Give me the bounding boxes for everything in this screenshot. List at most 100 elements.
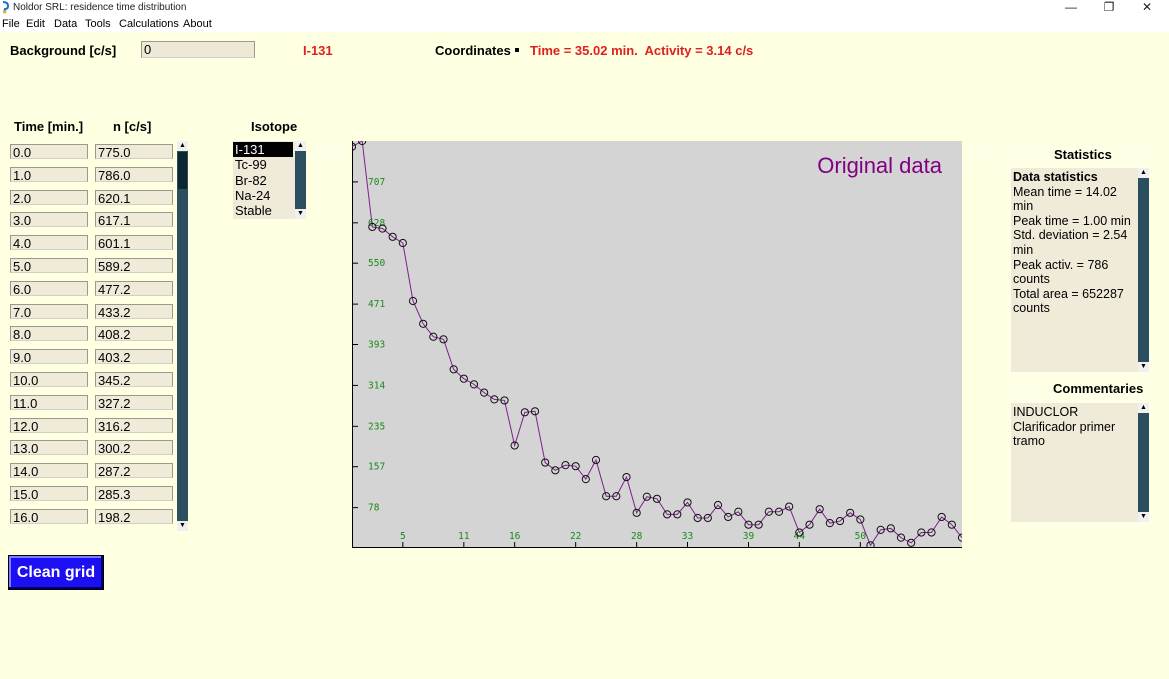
count-cell[interactable]: 285.3 <box>95 486 173 501</box>
count-cell[interactable]: 300.2 <box>95 440 173 456</box>
y-tick-label: 157 <box>368 462 385 473</box>
y-tick-label: 393 <box>368 340 385 351</box>
count-cell[interactable]: 403.2 <box>95 349 173 365</box>
background-label: Background [c/s] <box>10 43 117 58</box>
count-cell[interactable]: 316.2 <box>95 417 173 433</box>
maximize-button[interactable]: ❐ <box>1090 0 1128 16</box>
menu-edit[interactable]: Edit <box>26 18 45 30</box>
statistics-line: Peak time = 1.00 min <box>1013 213 1131 228</box>
scroll-down-icon[interactable]: ▼ <box>1138 362 1149 372</box>
commentaries-box[interactable]: INDUCLOR Clarificador primer tramo <box>1011 403 1138 522</box>
coordinates-label: Coordinates <box>435 43 511 58</box>
count-cell[interactable]: 327.2 <box>95 394 173 410</box>
isotope-option[interactable]: Na-24 <box>233 188 293 203</box>
minimize-button[interactable]: — <box>1052 0 1090 16</box>
coordinates-marker <box>515 48 519 52</box>
grid-scroll-thumb[interactable] <box>178 152 187 189</box>
count-cell[interactable]: 617.1 <box>95 212 173 228</box>
scroll-up-icon[interactable]: ▲ <box>177 141 188 151</box>
time-cell[interactable]: 11.0 <box>10 394 88 410</box>
menu-tools[interactable]: Tools <box>85 18 111 30</box>
scroll-down-icon[interactable]: ▼ <box>295 209 306 219</box>
x-tick-label: 28 <box>631 531 643 542</box>
scroll-up-icon[interactable]: ▲ <box>1138 403 1149 413</box>
statistics-line: Total area = 652287 <box>1013 286 1124 301</box>
y-tick-label: 235 <box>368 421 385 432</box>
count-cell[interactable]: 775.0 <box>95 144 173 159</box>
time-cell[interactable]: 9.0 <box>10 349 88 365</box>
count-cell[interactable]: 433.2 <box>95 303 173 319</box>
plot-background <box>352 141 962 548</box>
app-logo-icon <box>2 1 10 14</box>
y-tick-label: 550 <box>368 258 385 269</box>
grid-scrollbar[interactable]: ▲ ▼ <box>177 141 188 531</box>
count-cell[interactable]: 345.2 <box>95 372 173 387</box>
y-tick-label: 471 <box>368 299 385 310</box>
coordinates-value: Time = 35.02 min. Activity = 3.14 c/s <box>530 43 754 58</box>
statistics-title: Statistics <box>1054 147 1112 162</box>
chart-title: Original data <box>817 153 943 178</box>
isotope-label: Isotope <box>251 119 298 134</box>
time-cell[interactable]: 12.0 <box>10 417 88 433</box>
menu-file[interactable]: File <box>2 18 20 30</box>
count-cell[interactable]: 620.1 <box>95 189 173 205</box>
residence-time-plot[interactable]: 78157235314393471550628707 5 11 16 22 28 33 39… <box>352 141 962 548</box>
time-cell[interactable]: 0.0 <box>10 144 88 159</box>
current-isotope-label: I-131 <box>303 43 333 58</box>
time-cell[interactable]: 8.0 <box>10 326 88 342</box>
plot-spacer-left <box>315 141 347 162</box>
time-cell[interactable]: 6.0 <box>10 280 88 296</box>
count-cell[interactable]: 589.2 <box>95 258 173 273</box>
count-cell[interactable]: 287.2 <box>95 463 173 479</box>
count-cell[interactable]: 408.2 <box>95 326 173 342</box>
x-tick-label: 16 <box>509 531 521 542</box>
count-cell[interactable]: 601.1 <box>95 235 173 251</box>
time-cell[interactable]: 1.0 <box>10 166 88 182</box>
count-cell[interactable]: 198.2 <box>95 508 173 524</box>
menu-data[interactable]: Data <box>54 18 77 30</box>
statistics-scrollbar[interactable]: ▲ ▼ <box>1138 168 1149 372</box>
time-cell[interactable]: 13.0 <box>10 440 88 456</box>
statistics-line: counts <box>1013 272 1050 287</box>
menu-bar: File Edit Data Tools Calculations About <box>0 16 1169 32</box>
time-cell[interactable]: 7.0 <box>10 303 88 319</box>
count-cell[interactable]: 477.2 <box>95 280 173 296</box>
time-cell[interactable]: 4.0 <box>10 235 88 251</box>
scroll-up-icon[interactable]: ▲ <box>295 141 306 151</box>
time-cell[interactable]: 16.0 <box>10 508 88 524</box>
isotope-option[interactable]: Br-82 <box>233 173 293 188</box>
statistics-box: Data statistics Mean time = 14.02 min Peak… <box>1011 168 1138 372</box>
menu-calculations[interactable]: Calculations <box>119 18 179 30</box>
isotope-list[interactable]: I-131 Tc-99 Br-82 Na-24 Stable <box>233 141 295 219</box>
commentary-line: INDUCLOR <box>1013 405 1079 419</box>
count-cell[interactable]: 786.0 <box>95 166 173 182</box>
x-tick-label: 33 <box>682 531 693 542</box>
y-tick-label: 78 <box>368 503 380 514</box>
isotope-scrollbar[interactable]: ▲ ▼ <box>295 141 306 219</box>
scroll-down-icon[interactable]: ▼ <box>177 521 188 531</box>
isotope-option[interactable]: Tc-99 <box>233 157 293 172</box>
isotope-option[interactable]: I-131 <box>233 142 293 157</box>
scroll-down-icon[interactable]: ▼ <box>1138 512 1149 522</box>
commentaries-scrollbar[interactable]: ▲ ▼ <box>1138 403 1149 522</box>
statistics-line: counts <box>1013 301 1050 316</box>
x-tick-label: 22 <box>570 531 581 542</box>
scroll-up-icon[interactable]: ▲ <box>1138 168 1149 178</box>
n-column-header: n [c/s] <box>113 119 152 134</box>
background-input[interactable]: 0 <box>141 41 255 58</box>
time-cell[interactable]: 5.0 <box>10 258 88 273</box>
clean-grid-button[interactable]: Clean grid <box>8 555 104 590</box>
time-cell[interactable]: 14.0 <box>10 463 88 479</box>
time-cell[interactable]: 10.0 <box>10 372 88 387</box>
menu-about[interactable]: About <box>183 18 212 30</box>
time-cell[interactable]: 15.0 <box>10 486 88 501</box>
x-tick-label: 11 <box>458 531 470 542</box>
close-button[interactable]: ✕ <box>1128 0 1166 16</box>
statistics-heading: Data statistics <box>1013 170 1098 184</box>
time-cell[interactable]: 3.0 <box>10 212 88 228</box>
isotope-option[interactable]: Stable <box>233 203 293 218</box>
y-tick-label: 707 <box>368 177 385 188</box>
x-tick-label: 50 <box>855 531 867 542</box>
commentary-line: tramo <box>1013 434 1045 449</box>
time-cell[interactable]: 2.0 <box>10 189 88 205</box>
